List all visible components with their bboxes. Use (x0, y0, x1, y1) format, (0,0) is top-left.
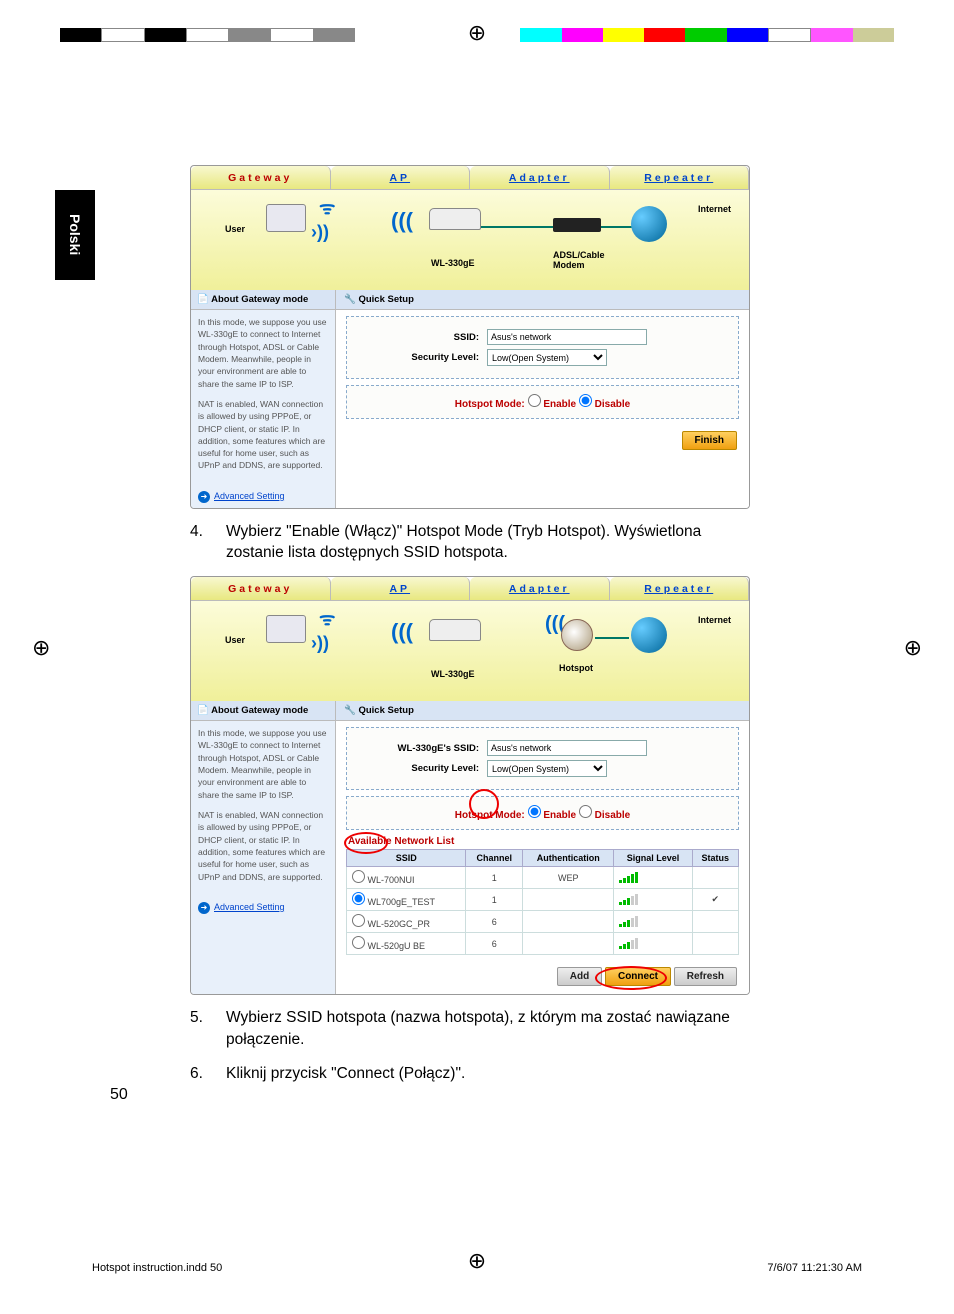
step-6: 6.Kliknij przycisk "Connect (Połącz)". (226, 1063, 750, 1085)
hotspot-dish-icon (561, 619, 593, 651)
about-panel-head: 📄 About Gateway mode (191, 290, 335, 310)
wifi-icon: ›)) (311, 633, 329, 654)
link-line (601, 226, 635, 228)
table-row[interactable]: WL700gE_TEST1✔ (347, 889, 739, 911)
quick-setup-head: 🔧 Quick Setup (336, 701, 749, 721)
laptop-icon (266, 615, 306, 643)
wifi-icon: ((( (391, 208, 413, 234)
finish-button[interactable]: Finish (682, 431, 737, 450)
ssid-input[interactable] (487, 329, 647, 345)
wifi-icon: ᯤ (319, 607, 335, 631)
advanced-setting-link[interactable]: Advanced Setting (191, 486, 335, 508)
security-select[interactable]: Low(Open System) (487, 349, 607, 366)
modem-icon (553, 218, 601, 232)
ssid-label: SSID: (357, 332, 487, 343)
security-label: Security Level: (357, 352, 487, 363)
netlist-title: Available Network List (348, 836, 737, 847)
wifi-icon: ((( (391, 619, 413, 645)
tab-repeater[interactable]: Repeater (610, 577, 750, 600)
about-panel-body: In this mode, we suppose you use WL-330g… (191, 310, 335, 486)
link-line (595, 637, 629, 639)
add-button[interactable]: Add (557, 967, 602, 986)
globe-icon (631, 206, 667, 242)
registration-mark-icon: ⊕ (904, 635, 922, 661)
router-ui-screenshot-2: Gateway AP Adapter Repeater User ᯤ ›)) (… (190, 576, 750, 995)
tab-gateway[interactable]: Gateway (191, 577, 331, 600)
print-footer: Hotspot instruction.indd 50 7/6/07 11:21… (92, 1262, 862, 1274)
hotspot-label: Hotspot (559, 663, 593, 673)
col-signal: Signal Level (614, 850, 692, 867)
tab-adapter[interactable]: Adapter (470, 577, 610, 600)
ssid-label: WL-330gE's SSID: (357, 743, 487, 754)
internet-label: Internet (698, 204, 731, 214)
hotspot-enable-radio[interactable]: Enable (528, 810, 577, 821)
registration-mark-icon: ⊕ (468, 20, 486, 46)
quick-setup-head: 🔧 Quick Setup (336, 290, 749, 310)
router-ui-screenshot-1: Gateway AP Adapter Repeater User ᯤ ›)) (… (190, 165, 750, 509)
router-label: WL-330gE (431, 669, 475, 679)
page-number: 50 (110, 1086, 750, 1104)
wifi-icon: ᯤ (319, 196, 335, 220)
hotspot-enable-radio[interactable]: Enable (528, 399, 577, 410)
refresh-button[interactable]: Refresh (674, 967, 737, 986)
router-label: WL-330gE (431, 258, 475, 268)
hotspot-disable-radio[interactable]: Disable (579, 399, 630, 410)
router-icon (429, 208, 481, 230)
tab-gateway[interactable]: Gateway (191, 166, 331, 189)
table-row[interactable]: WL-520gU BE6 (347, 933, 739, 955)
page-content: Gateway AP Adapter Repeater User ᯤ ›)) (… (190, 165, 750, 1114)
wifi-icon: ›)) (311, 222, 329, 243)
connect-button[interactable]: Connect (605, 967, 671, 986)
globe-icon (631, 617, 667, 653)
internet-label: Internet (698, 615, 731, 625)
language-tab: Polski (55, 190, 95, 280)
topology-diagram: User ᯤ ›)) ((( WL-330gE ADSL/Cable Modem… (191, 190, 749, 290)
col-channel: Channel (466, 850, 523, 867)
modem-label: ADSL/Cable Modem (553, 250, 613, 270)
col-status: Status (692, 850, 738, 867)
tab-adapter[interactable]: Adapter (470, 166, 610, 189)
user-label: User (225, 224, 245, 234)
step-4: 4.Wybierz "Enable (Włącz)" Hotspot Mode … (226, 521, 750, 564)
topology-diagram: User ᯤ ›)) ((( WL-330gE ((( Hotspot Inte… (191, 601, 749, 701)
router-icon (429, 619, 481, 641)
col-ssid: SSID (347, 850, 466, 867)
security-select[interactable]: Low(Open System) (487, 760, 607, 777)
about-panel-head: 📄 About Gateway mode (191, 701, 335, 721)
about-panel-body: In this mode, we suppose you use WL-330g… (191, 721, 335, 897)
advanced-setting-link[interactable]: Advanced Setting (191, 897, 335, 919)
user-label: User (225, 635, 245, 645)
ssid-input[interactable] (487, 740, 647, 756)
table-row[interactable]: WL-700NUI1WEP (347, 867, 739, 889)
footer-timestamp: 7/6/07 11:21:30 AM (767, 1262, 862, 1274)
col-auth: Authentication (522, 850, 613, 867)
tab-repeater[interactable]: Repeater (610, 166, 750, 189)
hotspot-disable-radio[interactable]: Disable (579, 810, 630, 821)
tab-ap[interactable]: AP (331, 577, 471, 600)
hotspot-mode-label: Hotspot Mode: (455, 399, 525, 410)
step-5: 5.Wybierz SSID hotspota (nazwa hotspota)… (226, 1007, 750, 1050)
table-row[interactable]: WL-520GC_PR6 (347, 911, 739, 933)
tab-ap[interactable]: AP (331, 166, 471, 189)
security-label: Security Level: (357, 763, 487, 774)
footer-file: Hotspot instruction.indd 50 (92, 1262, 222, 1274)
laptop-icon (266, 204, 306, 232)
registration-mark-icon: ⊕ (32, 635, 50, 661)
hotspot-mode-label: Hotspot Mode: (455, 810, 525, 821)
link-line (481, 226, 553, 228)
network-table: SSID Channel Authentication Signal Level… (346, 849, 739, 955)
